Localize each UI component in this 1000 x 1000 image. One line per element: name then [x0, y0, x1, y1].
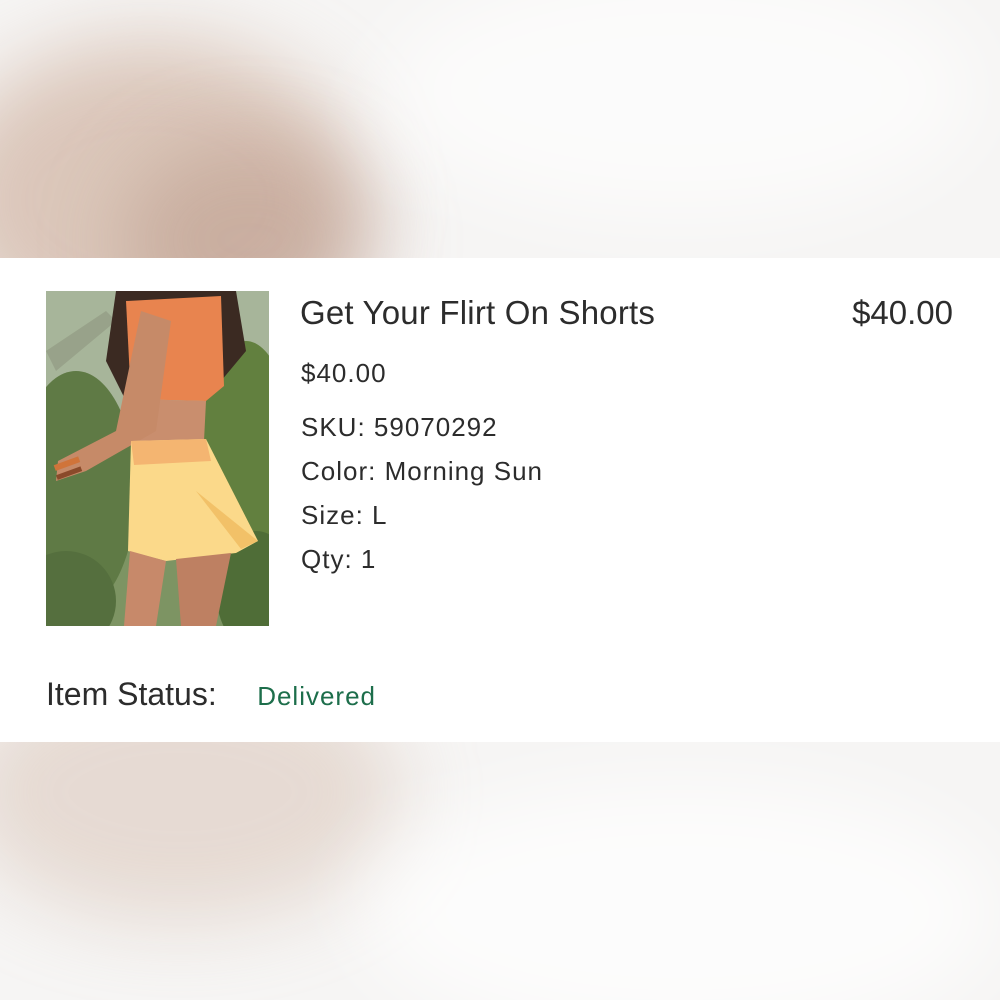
product-image[interactable]	[46, 291, 269, 626]
unit-price: $40.00	[301, 358, 387, 388]
blurred-background-bottom	[0, 742, 1000, 1000]
blurred-background-top	[0, 0, 1000, 258]
line-total-price: $40.00	[852, 294, 953, 331]
color-label: Color: Morning Sun	[301, 456, 543, 486]
qty-label: Qty: 1	[301, 544, 377, 574]
sku-label: SKU: 59070292	[301, 412, 498, 442]
item-status-label: Item Status:	[46, 676, 217, 712]
order-item-card: Get Your Flirt On Shorts $40.00 $40.00 S…	[0, 258, 1000, 742]
item-status-value: Delivered	[257, 681, 377, 711]
size-label: Size: L	[301, 500, 388, 530]
item-status-row: Item Status: Delivered	[46, 676, 376, 713]
product-title[interactable]: Get Your Flirt On Shorts	[300, 294, 655, 332]
